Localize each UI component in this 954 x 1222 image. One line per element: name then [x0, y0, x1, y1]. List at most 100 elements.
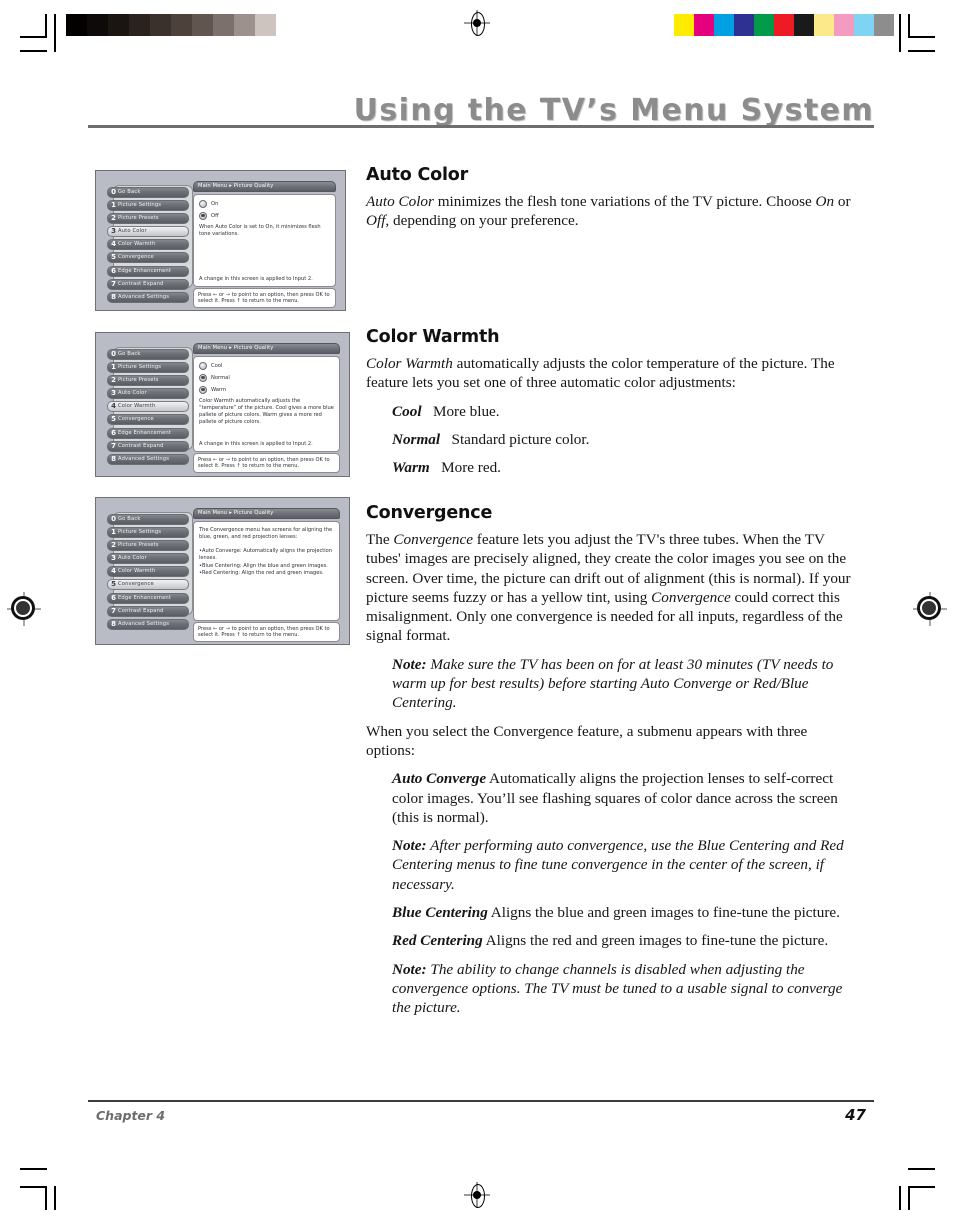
- osd-menu-item-contrast-expand[interactable]: 7 Contrast Expand: [107, 440, 189, 452]
- osd-menu-item-edge-enhancement[interactable]: 6 Edge Enhancement: [107, 592, 189, 604]
- osd-menu-item-label: Edge Enhancement: [118, 267, 172, 274]
- osd-menu-item-label: Auto Color: [118, 228, 147, 235]
- osd-menu-items: 0 Go Back 1 Picture Settings 2 Picture Preset…: [107, 349, 189, 465]
- osd-menu-item-auto-color[interactable]: 3 Auto Color: [107, 388, 189, 400]
- osd-menu-item-label: Edge Enhancement: [118, 429, 172, 436]
- osd-menu-item-convergence[interactable]: 5 Convergence: [107, 414, 189, 426]
- radio-button-icon[interactable]: [199, 361, 207, 370]
- osd-menu-item-label: Advanced Settings: [118, 455, 170, 462]
- osd-menu-item-label: Contrast Expand: [118, 280, 164, 287]
- osd-hint: Press ← or → to point to an option, then…: [193, 453, 340, 474]
- osd-menu-item-label: Picture Settings: [118, 364, 162, 371]
- osd-menu-item-number: 7: [111, 279, 116, 288]
- osd-option-off[interactable]: Off: [199, 211, 330, 220]
- osd-menu-item-number: 1: [111, 201, 116, 210]
- osd-body: On Off When Auto Color is set to On, it m…: [193, 193, 336, 287]
- osd-menu-item-label: Go Back: [118, 516, 141, 522]
- osd-menu-item-label: Advanced Settings: [118, 620, 170, 627]
- osd-menu-item-label: Convergence: [118, 254, 154, 261]
- osd-menu-item-number: 0: [111, 188, 116, 196]
- osd-menu-item-picture-presets[interactable]: 2 Picture Presets: [107, 540, 189, 552]
- osd-menu-list: 0 Go Back 1 Picture Settings 2 Picture Preset…: [107, 185, 193, 305]
- osd-option-on[interactable]: On: [199, 199, 330, 208]
- osd-menu-item-number: 6: [111, 428, 116, 437]
- osd-menu-item-auto-color[interactable]: 3 Auto Color: [107, 553, 189, 565]
- osd-menu-item-color-warmth[interactable]: 4 Color Warmth: [107, 566, 189, 578]
- breadcrumb-root: Main Menu: [198, 510, 228, 516]
- osd-option-normal[interactable]: Normal: [199, 373, 334, 382]
- osd-menu-item-label: Color Warmth: [118, 241, 156, 248]
- osd-menu-item-go-back[interactable]: 0 Go Back: [107, 514, 189, 525]
- osd-menu-item-label: Edge Enhancement: [118, 594, 172, 601]
- osd-menu-item-number: 5: [111, 253, 116, 262]
- osd-menu-item-go-back[interactable]: 0 Go Back: [107, 187, 189, 198]
- osd-menu-item-edge-enhancement[interactable]: 6 Edge Enhancement: [107, 427, 189, 439]
- paragraph-auto-color: Auto Color minimizes the flesh tone vari…: [366, 192, 858, 231]
- osd-menu-item-edge-enhancement[interactable]: 6 Edge Enhancement: [107, 265, 189, 277]
- text: minimizes the flesh tone variations of t…: [433, 193, 816, 210]
- osd-menu-item-contrast-expand[interactable]: 7 Contrast Expand: [107, 605, 189, 617]
- osd-description: Color Warmth automatically adjusts the “…: [199, 397, 334, 426]
- osd-body: The Convergence menu has screens for ali…: [193, 520, 340, 621]
- osd-menu-item-number: 3: [111, 227, 116, 236]
- osd-options: Cool Normal Warm: [199, 361, 334, 394]
- tv-screenshot-auto-color: 0 Go Back 1 Picture Settings 2 Picture Preset…: [95, 170, 346, 311]
- page-content: Using the TV’s Menu System 0 Go Back 1 Pict…: [0, 0, 954, 1222]
- osd-option-cool[interactable]: Cool: [199, 361, 334, 370]
- osd-breadcrumb: Main Menu ▸ Picture Quality: [193, 343, 340, 354]
- radio-button-icon[interactable]: [199, 211, 207, 220]
- osd-menu-item-number: 7: [111, 441, 116, 450]
- heading-auto-color: Auto Color: [366, 165, 469, 185]
- osd-menu-item-convergence[interactable]: 5 Convergence: [107, 579, 189, 591]
- osd-menu-item-number: 6: [111, 266, 116, 275]
- osd-menu-item-number: 2: [111, 214, 116, 223]
- osd-option-warm[interactable]: Warm: [199, 385, 334, 394]
- osd-menu-item-number: 3: [111, 389, 116, 398]
- osd-menu-items: 0 Go Back 1 Picture Settings 2 Picture Preset…: [107, 514, 189, 630]
- osd-applied-note: A change in this screen is applied to In…: [199, 440, 313, 447]
- note-text: The ability to change channels is disabl…: [392, 960, 843, 1017]
- radio-button-icon[interactable]: [199, 385, 207, 394]
- osd-menu-item-convergence[interactable]: 5 Convergence: [107, 252, 189, 264]
- osd-menu-item-picture-presets[interactable]: 2 Picture Presets: [107, 375, 189, 387]
- chevron-right-icon: ▸: [229, 183, 232, 189]
- section-color-warmth: Color Warmth Color Warmth automatically …: [366, 327, 858, 486]
- osd-menu-item-label: Contrast Expand: [118, 442, 164, 449]
- radio-button-icon[interactable]: [199, 199, 207, 208]
- osd-menu-item-advanced-settings[interactable]: 8 Advanced Settings: [107, 453, 189, 465]
- osd-menu-item-contrast-expand[interactable]: 7 Contrast Expand: [107, 278, 189, 290]
- emph-on: On: [815, 193, 835, 210]
- osd-option-label: Warm: [211, 386, 227, 393]
- paragraph-submenu-intro: When you select the Convergence feature,…: [366, 722, 808, 759]
- radio-button-icon[interactable]: [199, 373, 207, 382]
- osd-bullets: •Auto Converge: Automatically aligns the…: [199, 548, 334, 578]
- heading-convergence: Convergence: [366, 503, 493, 523]
- osd-menu-item-picture-settings[interactable]: 1 Picture Settings: [107, 527, 189, 539]
- osd-menu-item-picture-settings[interactable]: 1 Picture Settings: [107, 200, 189, 212]
- osd-menu-item-auto-color[interactable]: 3 Auto Color: [107, 226, 189, 238]
- breadcrumb-leaf: Picture Quality: [233, 183, 274, 189]
- osd-menu-item-advanced-settings[interactable]: 8 Advanced Settings: [107, 291, 189, 303]
- osd-option-label: On: [211, 200, 219, 207]
- footer-page-number: 47: [845, 1106, 866, 1124]
- osd-menu-item-advanced-settings[interactable]: 8 Advanced Settings: [107, 618, 189, 630]
- note-text: Make sure the TV has been on for at leas…: [392, 655, 834, 712]
- osd-menu-item-picture-presets[interactable]: 2 Picture Presets: [107, 213, 189, 225]
- osd-menu-item-label: Picture Settings: [118, 202, 162, 209]
- note-label: Note:: [392, 837, 427, 855]
- note-warmup: Note: Make sure the TV has been on for a…: [392, 655, 858, 713]
- definition-cool: Cool More blue.: [392, 402, 858, 421]
- osd-menu-item-number: 8: [111, 454, 116, 463]
- osd-menu-item-picture-settings[interactable]: 1 Picture Settings: [107, 362, 189, 374]
- osd-menu-items: 0 Go Back 1 Picture Settings 2 Picture Preset…: [107, 187, 189, 303]
- osd-menu-item-number: 7: [111, 606, 116, 615]
- osd-menu-item-color-warmth[interactable]: 4 Color Warmth: [107, 401, 189, 413]
- osd-menu-item-label: Auto Color: [118, 555, 147, 562]
- osd-menu-item-number: 0: [111, 350, 116, 358]
- note-channel-disabled: Note: The ability to change channels is …: [392, 960, 858, 1018]
- osd-menu-item-label: Color Warmth: [118, 403, 156, 410]
- osd-menu-item-go-back[interactable]: 0 Go Back: [107, 349, 189, 360]
- osd-breadcrumb: Main Menu ▸ Picture Quality: [193, 181, 336, 192]
- osd-menu-item-color-warmth[interactable]: 4 Color Warmth: [107, 239, 189, 251]
- osd-options: On Off: [199, 199, 330, 220]
